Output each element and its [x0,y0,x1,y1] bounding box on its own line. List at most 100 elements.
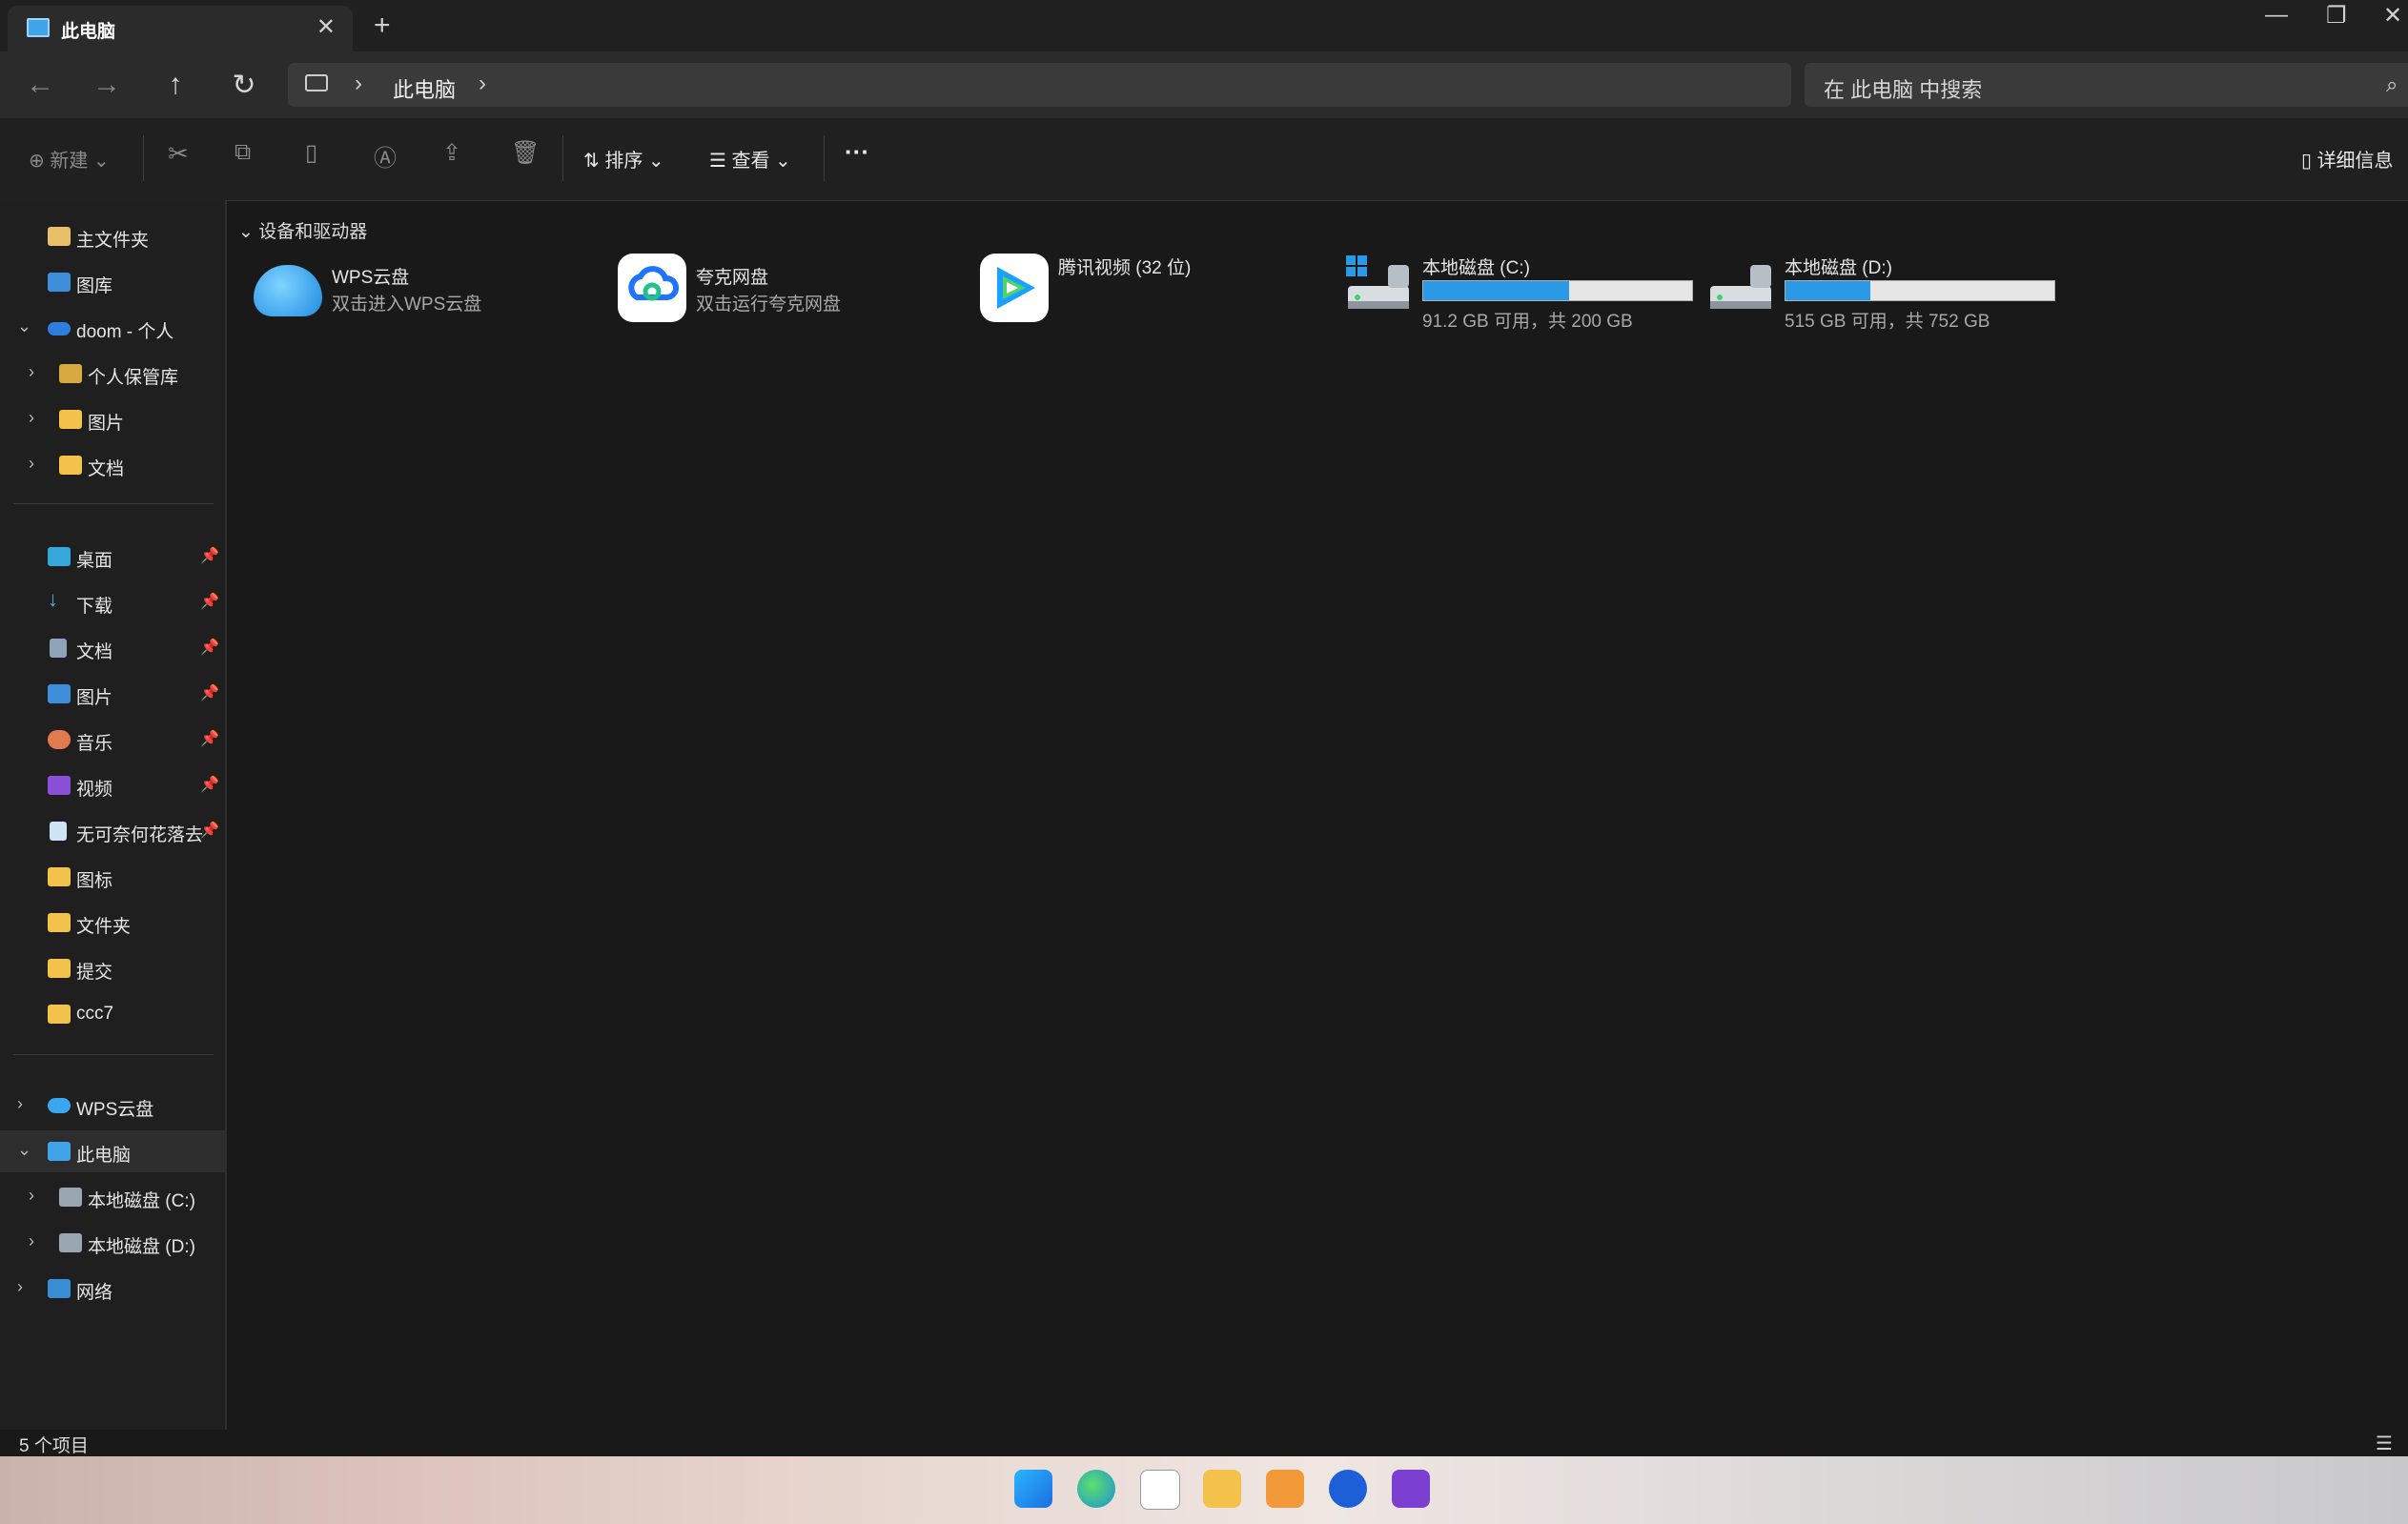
chevron-right-icon[interactable]: › [29,1186,34,1206]
chevron-down-icon[interactable]: ⌄ [17,1140,31,1160]
sidebar-item-pictures[interactable]: › 图片 [0,398,225,440]
sidebar-item-gallery[interactable]: 图库 [0,261,225,303]
close-button[interactable]: ✕ [2383,2,2402,30]
sidebar-item-docs-pinned[interactable]: 文档 📌 [0,627,225,669]
share-icon[interactable]: ⇪ [442,139,461,167]
pin-icon[interactable]: 📌 [200,638,219,657]
quark-cloud-tile[interactable]: 夸克网盘 双击运行夸克网盘 [618,248,961,334]
tab-close-icon[interactable]: ✕ [316,13,336,41]
chevron-right-icon[interactable]: › [479,71,486,97]
sidebar-item-this-pc[interactable]: ⌄ 此电脑 [0,1130,225,1172]
forward-button[interactable]: → [88,69,126,101]
sidebar-item-onedrive[interactable]: ⌄ doom - 个人 [0,307,225,349]
pc-icon [305,74,328,91]
pin-icon[interactable]: 📌 [200,683,219,702]
pc-icon [27,18,50,37]
cut-icon[interactable]: ✂ [168,139,189,169]
sidebar-item-label: 图片 [88,414,125,434]
app-icon[interactable] [1329,1470,1367,1508]
pictures-icon [48,684,71,703]
details-view-icon[interactable]: ☰ [2376,1432,2393,1455]
app-icon[interactable] [1140,1470,1180,1510]
chevron-right-icon[interactable]: › [29,362,34,382]
chevron-right-icon[interactable]: › [17,1094,23,1114]
drive-c-tile[interactable]: 本地磁盘 (C:) 91.2 GB 可用，共 200 GB [1344,248,1706,334]
drive-usage-text: 91.2 GB 可用，共 200 GB [1422,312,1633,332]
refresh-button[interactable]: ↻ [225,69,263,102]
sidebar-item-home[interactable]: 主文件夹 [0,215,225,257]
chevron-right-icon[interactable]: › [29,1231,34,1251]
back-button[interactable]: ← [21,69,59,101]
restore-button[interactable]: ❐ [2326,2,2347,30]
new-tab-button[interactable]: + [374,10,391,42]
sidebar-item-pictures-pinned[interactable]: 图片 📌 [0,673,225,715]
network-icon [48,1279,71,1298]
drive-usage-fill [1423,281,1570,300]
sidebar-item-documents[interactable]: › 文档 [0,444,225,486]
sidebar-item-downloads[interactable]: ↓ 下载 📌 [0,581,225,623]
copy-icon[interactable]: ⧉ [235,139,251,166]
breadcrumb-this-pc[interactable]: 此电脑 [393,73,456,104]
rename-icon[interactable]: Ⓐ [374,139,397,173]
up-button[interactable]: ↑ [156,69,194,101]
delete-icon[interactable]: 🗑 [511,139,540,167]
file-explorer-icon[interactable] [1203,1470,1241,1508]
wps-cloud-icon [254,265,322,316]
drive-name: 本地磁盘 (C:) [1422,258,1530,278]
search-icon[interactable]: ⌕ [2386,72,2398,97]
chevron-right-icon[interactable]: › [355,71,362,97]
chevron-right-icon[interactable]: › [29,408,34,428]
paste-icon[interactable]: ▯ [305,139,317,167]
edge-icon[interactable] [1077,1470,1115,1508]
sidebar-item-music[interactable]: 音乐 📌 [0,719,225,761]
address-bar[interactable]: › 此电脑 › [288,63,1791,107]
sidebar-item-videos[interactable]: 视频 📌 [0,764,225,806]
sidebar-item-icons-folder[interactable]: 图标 [0,856,225,898]
sidebar-item-vault[interactable]: › 个人保管库 [0,353,225,395]
wps-cloud-tile[interactable]: WPS云盘 双击进入WPS云盘 [254,248,597,334]
new-button[interactable]: ⊕ 新建 ⌄ [29,145,110,173]
item-name: 腾讯视频 (32 位) [1058,258,1192,278]
sidebar-item-network[interactable]: › 网络 [0,1268,225,1310]
pin-icon[interactable]: 📌 [200,821,219,840]
drive-usage-fill [1786,281,1870,300]
more-options-button[interactable]: ··· [845,137,869,167]
pin-icon[interactable]: 📌 [200,775,219,794]
search-input[interactable]: 在 此电脑 中搜索 [1824,73,1982,104]
pin-icon[interactable]: 📌 [200,546,219,565]
music-icon [48,730,71,749]
minimize-button[interactable]: — [2265,2,2288,29]
sidebar-item-recycle[interactable]: 无可奈何花落去 📌 [0,810,225,852]
visual-studio-icon[interactable] [1392,1470,1430,1508]
title-bar: 此电脑 ✕ + — ❐ ✕ [0,0,2408,51]
sort-button[interactable]: ⇅ 排序 ⌄ [583,145,664,173]
chevron-down-icon[interactable]: ⌄ [17,316,31,336]
details-pane-button[interactable]: ▯ 详细信息 [2301,145,2394,173]
sidebar-item-submit[interactable]: 提交 [0,947,225,989]
sidebar-item-drive-c[interactable]: › 本地磁盘 (C:) [0,1176,225,1218]
section-header[interactable]: ⌄ 设备和驱动器 [238,217,367,243]
sidebar-item-ccc7[interactable]: ccc7 [0,993,225,1035]
pin-icon[interactable]: 📌 [200,592,219,611]
drive-usage-bar [1422,280,1693,301]
tencent-video-tile[interactable]: 腾讯视频 (32 位) [980,248,1323,334]
sidebar-item-drive-d[interactable]: › 本地磁盘 (D:) [0,1222,225,1264]
quark-cloud-icon [618,254,686,322]
sidebar-item-label: 此电脑 [76,1146,132,1166]
divider [562,135,563,181]
tab-this-pc[interactable]: 此电脑 ✕ [8,6,353,51]
cloud-icon [48,1098,71,1113]
view-button[interactable]: ☰ 查看 ⌄ [709,145,791,173]
item-name: WPS云盘 [332,268,410,288]
chevron-right-icon[interactable]: › [17,1277,23,1297]
pin-icon[interactable]: 📌 [200,729,219,748]
new-label: 新建 [50,151,89,172]
windows-start-icon[interactable] [1014,1470,1052,1508]
sidebar-item-desktop[interactable]: 桌面 📌 [0,536,225,578]
app-icon[interactable] [1266,1470,1304,1508]
chevron-right-icon[interactable]: › [29,454,34,474]
search-box[interactable]: 在 此电脑 中搜索 ⌕ [1805,63,2408,107]
sidebar-item-wps-cloud[interactable]: › WPS云盘 [0,1085,225,1127]
sidebar-item-folder[interactable]: 文件夹 [0,902,225,944]
drive-d-tile[interactable]: 本地磁盘 (D:) 515 GB 可用，共 752 GB [1706,248,2069,334]
